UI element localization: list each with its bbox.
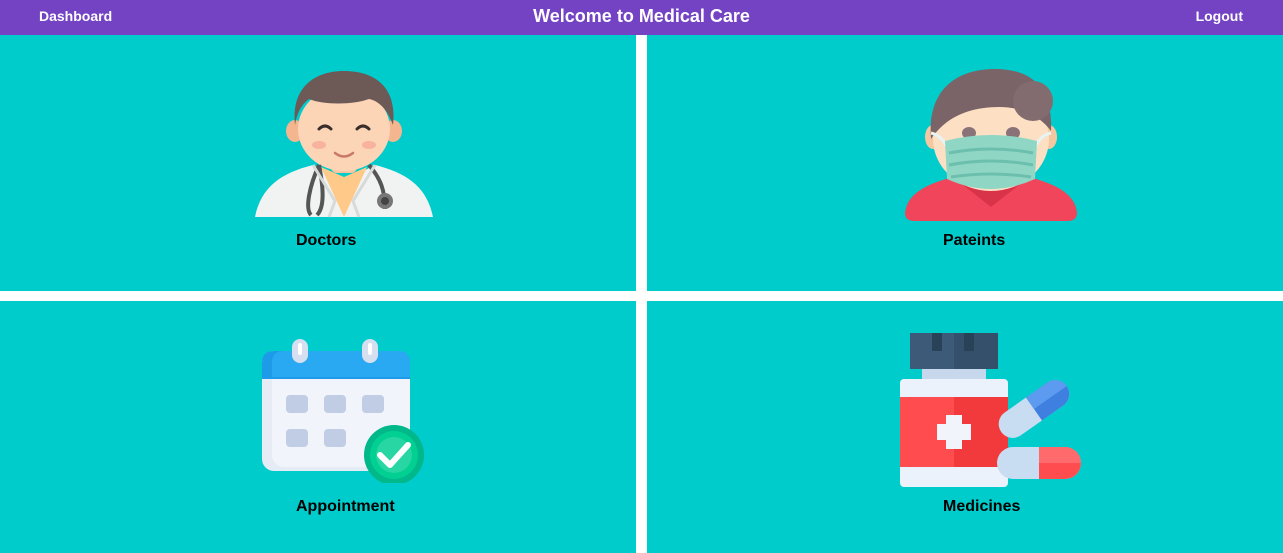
medicines-label: Medicines — [943, 498, 1021, 515]
appointment-label: Appointment — [296, 498, 395, 515]
logout-link[interactable]: Logout — [1196, 8, 1243, 24]
appointment-tile[interactable]: Appointment — [0, 301, 636, 553]
masked-patient-icon — [905, 69, 1077, 221]
doctors-tile[interactable]: Doctors — [0, 35, 636, 291]
medicines-tile[interactable]: Medicines — [647, 301, 1283, 553]
doctors-label: Doctors — [296, 232, 357, 249]
page-title: Welcome to Medical Care — [533, 6, 750, 26]
top-navbar: Dashboard Welcome to Medical Care Logout — [0, 0, 1283, 35]
calendar-check-icon — [262, 339, 424, 483]
doctor-icon — [255, 71, 433, 218]
patients-label: Pateints — [943, 232, 1006, 249]
medicine-bottle-pills-icon — [900, 333, 1081, 487]
dashboard-link[interactable]: Dashboard — [39, 8, 112, 24]
patients-tile[interactable]: Pateints — [647, 35, 1283, 291]
